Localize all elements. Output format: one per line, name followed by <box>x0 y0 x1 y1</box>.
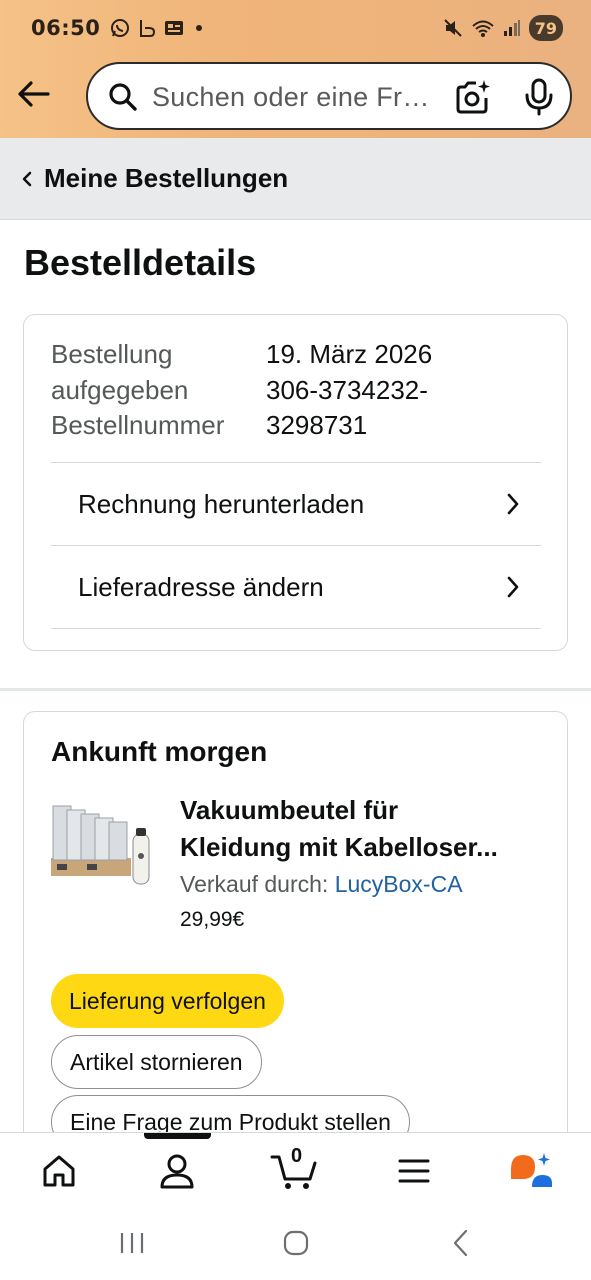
order-number-label: Bestellnummer <box>51 410 225 440</box>
more-notifications-dot <box>196 25 203 31</box>
product-image[interactable] <box>51 798 151 892</box>
order-date: 19. März 2026 <box>266 339 433 369</box>
change-address-row[interactable]: Lieferadresse ändern <box>51 546 541 628</box>
page-title: Bestelldetails <box>24 242 257 283</box>
order-placed-label: Bestellung <box>51 339 173 369</box>
product-title-line1: Vakuumbeutel für <box>180 795 399 825</box>
change-address-label: Lieferadresse ändern <box>78 571 324 602</box>
download-invoice-row[interactable]: Rechnung herunterladen <box>51 463 541 545</box>
seller-link[interactable]: LucyBox-CA <box>335 871 463 897</box>
chevron-right-icon <box>507 493 519 515</box>
search-icon <box>109 83 137 111</box>
order-info-values: 19. März 2026 306-3734232- 3298731 <box>266 337 432 444</box>
divider <box>51 628 541 629</box>
order-number-part1: 306-3734232- <box>266 374 428 405</box>
home-icon[interactable] <box>39 1151 79 1191</box>
home-button-icon[interactable] <box>281 1228 311 1258</box>
chevron-right-icon <box>507 576 519 598</box>
chevron-left-icon <box>22 171 32 186</box>
bottom-navigation: 0 <box>0 1132 591 1212</box>
delivery-status-heading: Ankunft morgen <box>51 736 268 767</box>
download-invoice-label: Rechnung herunterladen <box>78 488 365 519</box>
mute-icon <box>444 19 462 37</box>
search-input[interactable]: Suchen oder eine Frage stellen <box>152 82 442 113</box>
whatsapp-icon <box>111 19 130 37</box>
status-time: 06:50 <box>31 16 101 40</box>
gallery-icon <box>165 21 184 35</box>
account-icon[interactable] <box>157 1151 197 1191</box>
product-price: 29,99€ <box>180 908 245 931</box>
rufus-ai-icon[interactable] <box>508 1151 554 1191</box>
system-back-icon[interactable] <box>450 1228 472 1258</box>
camera-scan-icon[interactable] <box>454 78 492 116</box>
section-separator <box>0 688 591 691</box>
signal-icon <box>503 20 520 36</box>
order-number-part2: 3298731 <box>266 410 368 440</box>
order-info-card: Bestellung aufgegeben Bestellnummer 19. … <box>23 314 568 651</box>
wifi-icon <box>472 20 494 37</box>
microphone-icon[interactable] <box>524 78 554 116</box>
system-status-icons: 79 <box>443 15 563 41</box>
recent-apps-icon[interactable] <box>118 1228 146 1258</box>
cart-button[interactable]: 0 <box>270 1145 320 1191</box>
seller-info: Verkauf durch: LucyBox-CA <box>180 871 463 898</box>
notification-icons <box>110 18 203 38</box>
system-navigation-bar <box>0 1212 591 1280</box>
search-header: Suchen oder eine Frage stellen <box>0 62 591 130</box>
breadcrumb-label: Meine Bestellungen <box>44 163 289 193</box>
order-placed-label-2: aufgegeben <box>51 374 189 405</box>
search-bar[interactable]: Suchen oder eine Frage stellen <box>86 62 572 130</box>
back-arrow-icon[interactable] <box>16 76 52 112</box>
cancel-item-button[interactable]: Artikel stornieren <box>51 1035 262 1089</box>
seller-prefix: Verkauf durch: <box>180 871 335 897</box>
menu-icon[interactable] <box>394 1151 434 1191</box>
status-bar: 06:50 79 <box>0 0 591 56</box>
product-title-line2: Kleidung mit Kabelloser... <box>180 832 498 862</box>
app-icon <box>140 20 156 37</box>
track-package-button[interactable]: Lieferung verfolgen <box>51 974 284 1028</box>
active-tab-indicator <box>144 1133 211 1139</box>
battery-indicator: 79 <box>528 15 563 41</box>
cart-count: 0 <box>291 1145 303 1167</box>
breadcrumb[interactable]: Meine Bestellungen <box>0 138 591 220</box>
product-title[interactable]: Vakuumbeutel für Kleidung mit Kabelloser… <box>180 792 550 866</box>
shipment-card: Ankunft morgen Vakuumbeutel für Kleidung… <box>23 711 568 1171</box>
order-info-labels: Bestellung aufgegeben Bestellnummer <box>51 337 224 444</box>
